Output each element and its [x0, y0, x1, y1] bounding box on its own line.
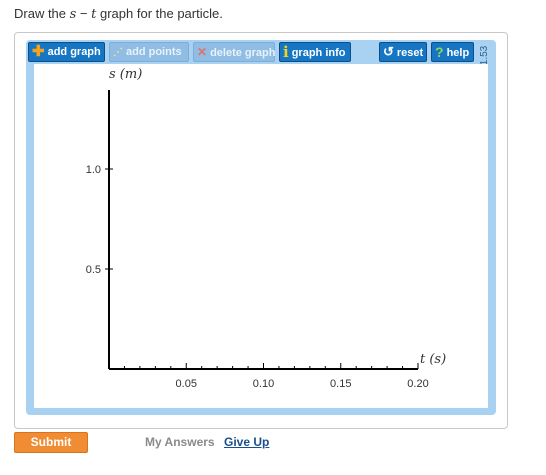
x-axis-label: t (s) — [420, 352, 446, 367]
x-tick-label-0.10: 0.10 — [253, 378, 274, 390]
prompt-dash: − — [76, 6, 92, 21]
graph-plot-area[interactable]: 0.05 0.10 0.15 0.20 0.5 1.0 s (m) t (s) — [34, 64, 488, 408]
y-tick-label-1.0: 1.0 — [86, 164, 101, 176]
my-answers-link[interactable]: My Answers — [145, 435, 215, 449]
help-button[interactable]: ? help — [431, 42, 474, 62]
add-graph-label: add graph — [47, 46, 101, 58]
add-points-icon: ⋰ — [113, 47, 123, 58]
reset-button[interactable]: ↺ reset — [379, 42, 427, 62]
s-t-graph[interactable]: 0.05 0.10 0.15 0.20 0.5 1.0 s (m) t (s) — [34, 64, 488, 408]
x-tick-label-0.15: 0.15 — [330, 378, 351, 390]
graph-info-label: graph info — [291, 47, 346, 59]
x-tick-label-0.20: 0.20 — [407, 378, 428, 390]
submit-button[interactable]: Submit — [14, 432, 88, 453]
prompt-text-end: graph for the particle. — [96, 6, 223, 21]
prompt-text-start: Draw the — [14, 6, 70, 21]
delete-graph-label: delete graph — [210, 47, 276, 59]
delete-graph-button[interactable]: ✕ delete graph — [193, 42, 275, 62]
y-axis-label: s (m) — [109, 67, 142, 82]
info-icon: i — [283, 43, 289, 61]
give-up-link[interactable]: Give Up — [224, 435, 269, 449]
help-icon: ? — [435, 44, 444, 60]
reset-icon: ↺ — [383, 44, 394, 59]
y-tick-label-0.5: 0.5 — [86, 264, 101, 276]
add-points-button[interactable]: ⋰ add points — [109, 42, 189, 62]
problem-prompt: Draw the s − t graph for the particle. — [14, 6, 223, 22]
plus-icon: ✚ — [32, 43, 45, 60]
add-points-label: add points — [126, 46, 182, 58]
x-tick-label-0.05: 0.05 — [176, 378, 197, 390]
graph-info-button[interactable]: i graph info — [279, 42, 351, 62]
help-label: help — [446, 47, 470, 59]
add-graph-button[interactable]: ✚ add graph — [28, 42, 105, 62]
tool-id-text: 1.53 — [479, 45, 491, 65]
reset-label: reset — [396, 47, 424, 59]
delete-icon: ✕ — [197, 45, 208, 59]
